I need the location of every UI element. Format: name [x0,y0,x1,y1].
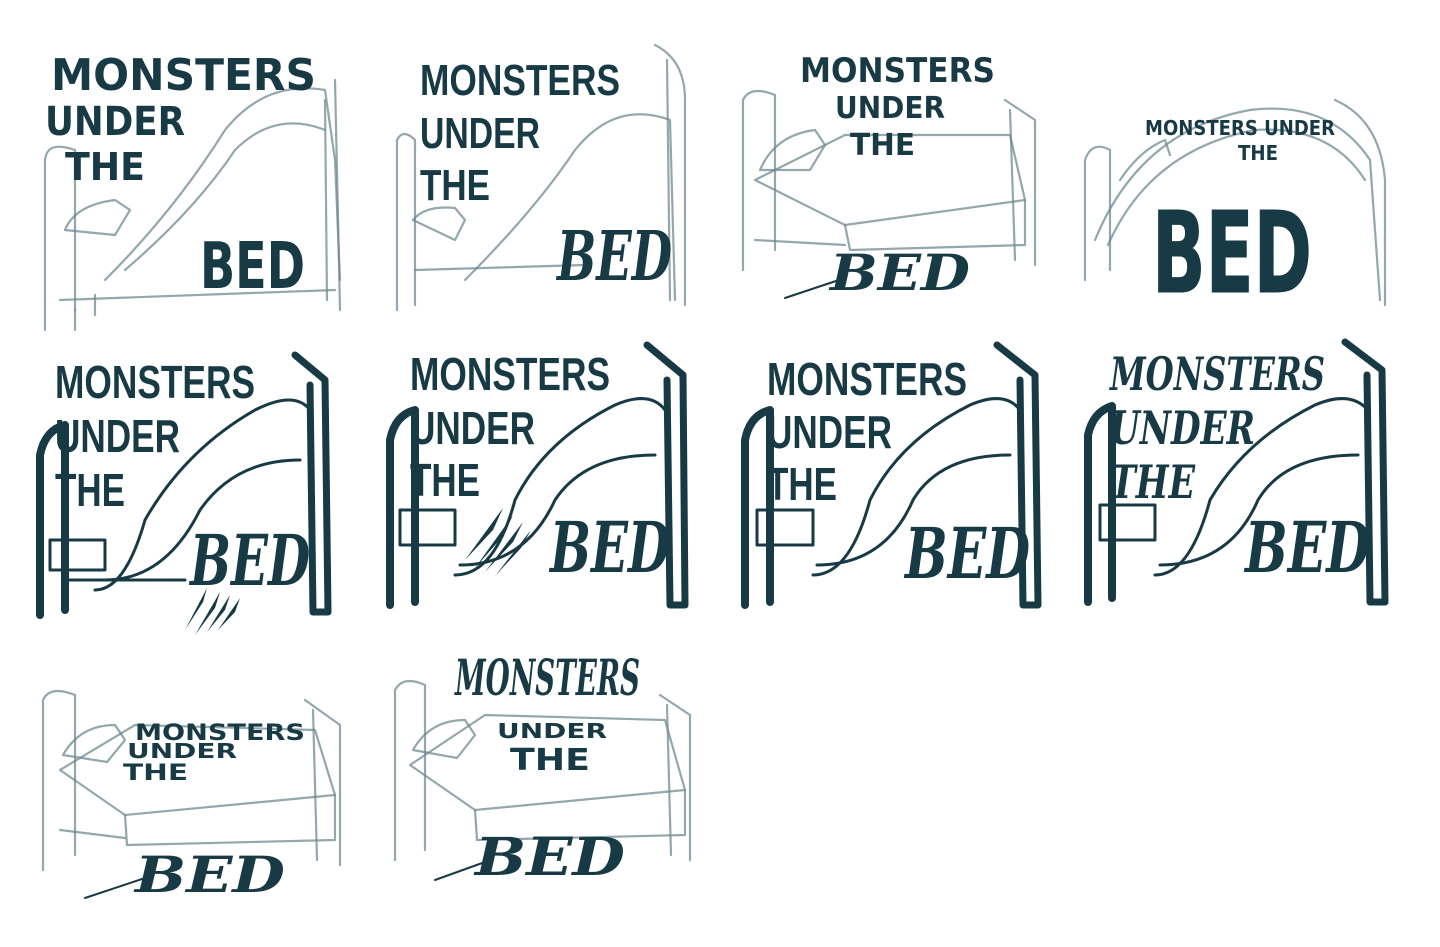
title-line-1: MONSTERS [767,353,967,405]
bed-sketch-illustration: MONSTERS UNDER THE BED [43,50,342,332]
logo-concept-5: MONSTERS UNDER THE BED [35,340,355,640]
title-line-4: BED [1244,506,1371,589]
logo-concept-2: MONSTERS UNDER THE BED [385,40,705,340]
title-line-3: THE [55,464,125,516]
title-line-4: BED [473,827,625,888]
title-line-3: THE [420,161,490,210]
logo-concept-9: MONSTERS UNDER THE BED [35,640,355,940]
title-line-4: BED [904,512,1031,595]
title-line-4: BED [133,845,285,904]
title-line-1: MONSTERS [55,356,255,408]
title-line-4: BED [549,506,671,589]
title-line-1: MONSTERS [454,648,640,707]
title-line-1: MONSTERS UNDER [1145,116,1335,140]
bed-sketch-illustration: MONSTERS UNDER THE BED [41,689,342,904]
title-line-2: UNDER [127,739,237,763]
title-line-2: UNDER [767,406,892,458]
bed-ink-illustration: MONSTERS UNDER THE BED [386,341,689,609]
logo-concept-6: MONSTERS UNDER THE BED [385,340,705,640]
logo-concept-4: MONSTERS UNDER THE BED [1080,40,1400,340]
title-line-2: UNDER [420,109,540,158]
title-line-2: UNDER [45,99,185,145]
title-line-2: UNDER [497,719,607,743]
title-line-1: MONSTERS [800,51,995,91]
title-line-1: MONSTERS [420,56,620,105]
title-line-4: BED [828,243,970,302]
bed-ink-illustration: MONSTERS UNDER THE BED [36,351,332,635]
title-line-1: MONSTERS [51,50,316,101]
bed-sketch-illustration: MONSTERS UNDER THE BED [741,51,1037,302]
logo-concept-sheet: MONSTERS UNDER THE BED MONSTERS UNDER TH… [0,0,1440,947]
bed-sketch-illustration: MONSTERS UNDER THE BED [395,43,687,312]
title-line-4: BED [556,217,672,297]
title-line-4: BED [189,519,311,602]
title-line-3: BED [1152,189,1312,319]
title-line-2: THE [1238,141,1278,165]
title-line-2: UNDER [410,402,535,454]
logo-concept-7: MONSTERS UNDER THE BED [735,340,1055,640]
bed-ink-illustration: MONSTERS UNDER THE BED [741,341,1042,609]
logo-concept-1: MONSTERS UNDER THE BED [35,40,355,340]
logo-concept-3: MONSTERS UNDER THE BED [735,40,1055,340]
bed-ink-illustration: MONSTERS UNDER THE BED [1084,338,1389,606]
bed-sketch-illustration: MONSTERS UNDER THE BED [1083,98,1387,320]
title-line-3: THE [767,458,837,510]
title-line-1: MONSTERS [410,348,610,400]
title-line-3: THE [510,743,590,778]
title-line-2: UNDER [835,91,945,126]
title-line-4: BED [200,230,305,304]
title-line-3: THE [1110,455,1196,509]
title-line-3: THE [850,128,915,163]
title-line-1: MONSTERS [1109,347,1325,401]
logo-concept-8: MONSTERS UNDER THE BED [1080,338,1400,640]
title-line-3: THE [123,761,188,786]
title-line-3: THE [65,145,145,189]
logo-concept-10: MONSTERS UNDER THE BED [385,640,705,940]
title-line-2: UNDER [1110,401,1255,455]
title-line-2: UNDER [55,410,180,462]
title-line-3: THE [410,454,480,506]
bed-sketch-illustration: MONSTERS UNDER THE BED [393,648,692,888]
